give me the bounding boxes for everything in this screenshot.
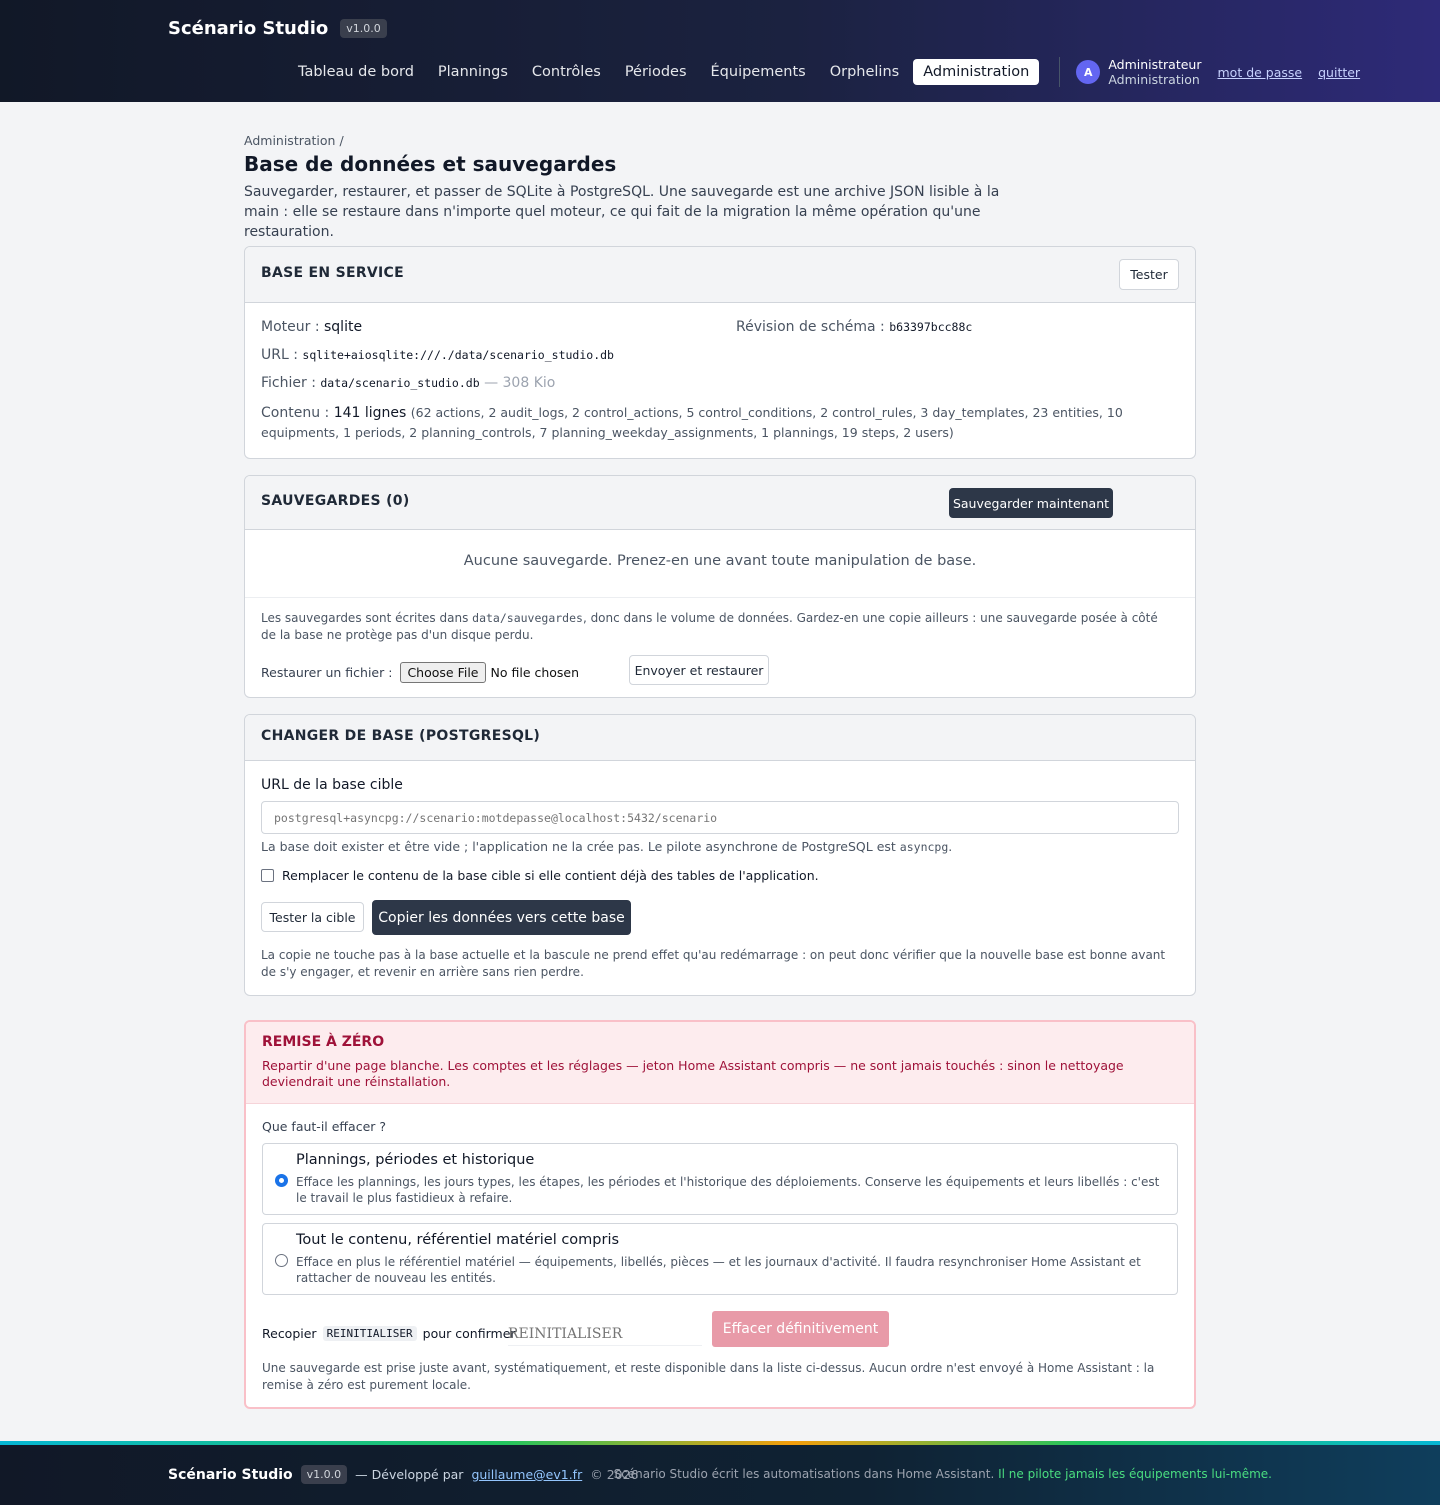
schema-value: b63397bcc88c bbox=[889, 320, 973, 334]
content-row: Contenu : 141 lignes (62 actions, 2 audi… bbox=[261, 405, 1123, 440]
target-url-input[interactable] bbox=[261, 801, 1179, 834]
erase-button[interactable]: Effacer définitivement bbox=[712, 1311, 889, 1347]
footer-brand: Scénario Studio bbox=[168, 1466, 293, 1483]
card-title: CHANGER DE BASE (POSTGRESQL) bbox=[261, 728, 541, 744]
migrate-footnote: La copie ne touche pas à la base actuell… bbox=[261, 948, 1166, 979]
brand-name[interactable]: Scénario Studio bbox=[168, 18, 328, 39]
reset-question: Que faut-il effacer ? bbox=[262, 1119, 387, 1134]
reset-footnote: Une sauvegarde est prise juste avant, sy… bbox=[262, 1361, 1155, 1392]
footer-dev: — Développé par bbox=[355, 1467, 464, 1482]
card-title: BASE EN SERVICE bbox=[261, 265, 404, 281]
url-value: sqlite+aiosqlite:///./data/scenario_stud… bbox=[302, 348, 614, 362]
nav-controles[interactable]: Contrôles bbox=[522, 59, 611, 85]
footer: Scénario Studio v1.0.0 — Développé par g… bbox=[0, 1445, 1440, 1505]
radio-partial[interactable] bbox=[275, 1174, 288, 1187]
schema-row: Révision de schéma : b63397bcc88c bbox=[736, 319, 973, 335]
reset-text: Repartir d'une page blanche. Les comptes… bbox=[262, 1058, 1124, 1089]
option-desc: Efface en plus le référentiel matériel —… bbox=[296, 1255, 1141, 1285]
footer-left: Scénario Studio v1.0.0 — Développé par g… bbox=[168, 1465, 639, 1484]
top-header: Scénario Studio v1.0.0 Tableau de bord P… bbox=[0, 0, 1440, 102]
footer-version: v1.0.0 bbox=[300, 1465, 348, 1484]
upload-restore-button[interactable]: Envoyer et restaurer bbox=[629, 655, 769, 685]
empty-state: Aucune sauvegarde. Prenez-en une avant t… bbox=[463, 553, 977, 569]
confirm-row: Recopier REINITIALISER pour confirmer bbox=[262, 1326, 516, 1341]
nav-equipements[interactable]: Équipements bbox=[701, 59, 816, 85]
target-url-hint: La base doit exister et être vide ; l'ap… bbox=[261, 839, 953, 854]
quit-link[interactable]: quitter bbox=[1318, 65, 1360, 80]
replace-checkbox[interactable] bbox=[261, 869, 274, 882]
option-desc: Efface les plannings, les jours types, l… bbox=[296, 1175, 1160, 1205]
user-name: Administrateur bbox=[1108, 57, 1202, 72]
reset-option-full[interactable]: Tout le contenu, référentiel matériel co… bbox=[262, 1223, 1178, 1295]
content-rows: 141 lignes bbox=[333, 405, 407, 421]
nav-administration[interactable]: Administration bbox=[913, 59, 1040, 85]
footer-email-link[interactable]: guillaume@ev1.fr bbox=[471, 1467, 582, 1482]
divider bbox=[245, 597, 1195, 598]
backups-note: Les sauvegardes sont écrites dans data/s… bbox=[261, 611, 1158, 642]
reset-card: REMISE À ZÉRO Repartir d'une page blanch… bbox=[244, 1020, 1196, 1409]
choose-file-button[interactable]: Choose File bbox=[400, 661, 486, 683]
save-now-button[interactable]: Sauvegarder maintenant bbox=[949, 488, 1113, 518]
password-link[interactable]: mot de passe bbox=[1218, 65, 1303, 80]
avatar: A bbox=[1076, 60, 1101, 84]
nav-plannings[interactable]: Plannings bbox=[428, 59, 518, 85]
card-header: CHANGER DE BASE (POSTGRESQL) bbox=[245, 715, 1195, 761]
nav-periodes[interactable]: Périodes bbox=[615, 59, 697, 85]
test-db-button[interactable]: Tester bbox=[1119, 259, 1179, 290]
confirm-input[interactable] bbox=[508, 1322, 702, 1346]
restore-row: Restaurer un fichier : Choose File No fi… bbox=[261, 659, 579, 685]
reset-header: REMISE À ZÉRO Repartir d'une page blanch… bbox=[246, 1022, 1194, 1104]
replace-row: Remplacer le contenu de la base cible si… bbox=[261, 868, 819, 883]
nav-tableau-de-bord[interactable]: Tableau de bord bbox=[288, 59, 424, 85]
nav-divider bbox=[1059, 57, 1061, 87]
page-title: Base de données et sauvegardes bbox=[244, 152, 617, 176]
option-title: Tout le contenu, référentiel matériel co… bbox=[296, 1232, 620, 1248]
backups-card: SAUVEGARDES (0) Sauvegarder maintenant A… bbox=[244, 475, 1196, 698]
no-file-text: No file chosen bbox=[490, 664, 580, 680]
breadcrumb[interactable]: Administration / bbox=[244, 133, 1196, 148]
engine-value: sqlite bbox=[324, 319, 363, 335]
url-row: URL : sqlite+aiosqlite:///./data/scenari… bbox=[261, 347, 614, 363]
option-title: Plannings, périodes et historique bbox=[296, 1152, 535, 1168]
main-nav: Tableau de bord Plannings Contrôles Péri… bbox=[288, 57, 1360, 87]
reset-option-partial[interactable]: Plannings, périodes et historique Efface… bbox=[262, 1143, 1178, 1215]
file-value: data/scenario_studio.db bbox=[320, 376, 480, 390]
confirm-code: REINITIALISER bbox=[322, 1326, 417, 1341]
restore-label: Restaurer un fichier : bbox=[261, 664, 393, 680]
copy-data-button[interactable]: Copier les données vers cette base bbox=[372, 900, 631, 935]
file-row: Fichier : data/scenario_studio.db — 308 … bbox=[261, 375, 556, 391]
card-title: SAUVEGARDES (0) bbox=[261, 493, 410, 509]
engine-row: Moteur : sqlite bbox=[261, 319, 363, 335]
nav-orphelins[interactable]: Orphelins bbox=[820, 59, 910, 85]
version-badge: v1.0.0 bbox=[340, 19, 387, 38]
brand: Scénario Studio v1.0.0 bbox=[168, 18, 387, 39]
footer-tagline: Scénario Studio écrit les automatisation… bbox=[613, 1467, 1272, 1481]
db-status-card: BASE EN SERVICE Tester Moteur : sqlite R… bbox=[244, 246, 1196, 459]
user-info: Administrateur Administration bbox=[1108, 57, 1201, 87]
radio-full[interactable] bbox=[275, 1254, 288, 1267]
replace-label: Remplacer le contenu de la base cible si… bbox=[282, 868, 819, 883]
page-lead: Sauvegarder, restaurer, et passer de SQL… bbox=[244, 184, 1000, 240]
test-target-button[interactable]: Tester la cible bbox=[261, 902, 364, 932]
reset-title: REMISE À ZÉRO bbox=[262, 1034, 385, 1050]
card-header: SAUVEGARDES (0) Sauvegarder maintenant bbox=[245, 476, 1195, 530]
user-role: Administration bbox=[1108, 72, 1200, 87]
page-header: Administration / Base de données et sauv… bbox=[244, 133, 1196, 242]
target-url-label: URL de la base cible bbox=[261, 777, 403, 793]
card-header: BASE EN SERVICE Tester bbox=[245, 247, 1195, 303]
file-size: — 308 Kio bbox=[484, 375, 556, 391]
migrate-card: CHANGER DE BASE (POSTGRESQL) URL de la b… bbox=[244, 714, 1196, 996]
user-block: A Administrateur Administration mot de p… bbox=[1076, 57, 1360, 87]
